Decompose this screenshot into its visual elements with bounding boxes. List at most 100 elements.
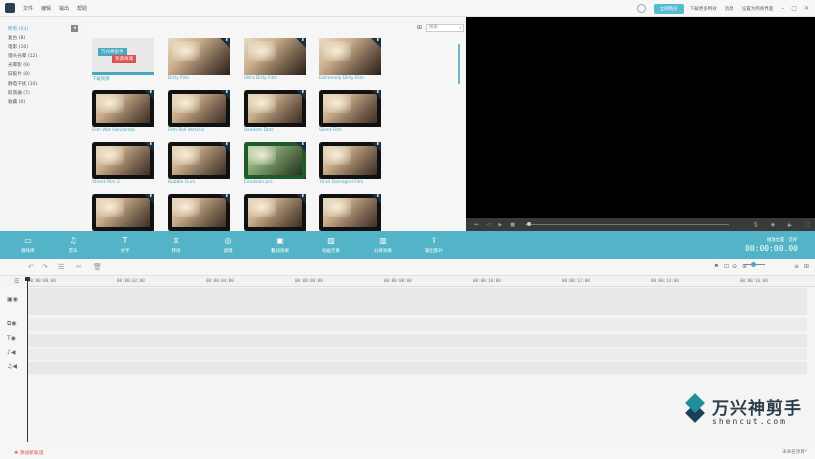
restore-icon[interactable]: ▢ xyxy=(791,5,797,12)
download-icon[interactable]: ⬇ xyxy=(301,142,305,147)
tool-overlay[interactable]: ▣ 叠加效果 xyxy=(265,236,295,254)
download-icon[interactable]: ⬇ xyxy=(149,194,153,199)
volume-icon[interactable]: 🔈 xyxy=(787,222,793,228)
search-icon[interactable]: ⌕ xyxy=(459,25,462,31)
zoom-in-icon[interactable]: ⊕ xyxy=(742,263,747,270)
adjust-icon[interactable]: ☰ xyxy=(58,263,64,271)
user-avatar-icon[interactable] xyxy=(636,4,646,13)
effect-tile[interactable]: ⬇ xyxy=(319,194,381,231)
download-icon[interactable]: ⬇ xyxy=(376,38,380,43)
download-icon[interactable]: ⬇ xyxy=(149,142,153,147)
fullscreen-icon[interactable]: ⛶ xyxy=(805,222,809,228)
effect-tile[interactable]: 万兴神剪手 资源商城 下载资源 xyxy=(92,38,154,82)
list-view-icon[interactable]: ≡ xyxy=(794,263,799,270)
tool-filter[interactable]: ◎ 滤镜 xyxy=(213,236,243,254)
effect-tile[interactable]: ⬇ Ultra Dirty Film xyxy=(244,38,306,81)
playhead[interactable] xyxy=(27,277,28,442)
text-track-lane[interactable] xyxy=(28,334,807,347)
redo-icon[interactable]: ↷ xyxy=(42,263,48,271)
pip-track-lane[interactable] xyxy=(28,318,807,331)
timeline-ruler[interactable]: 00:00:00:00 00:00:02:00 00:00:04:00 00:0… xyxy=(28,276,815,287)
tool-transition[interactable]: ⧖ 转场 xyxy=(161,236,191,254)
text-track-icon[interactable]: T◉ xyxy=(7,335,16,342)
track-settings-icon[interactable]: ☰ xyxy=(14,278,19,285)
step-back-icon[interactable]: ◁ xyxy=(487,222,491,228)
menu-edit[interactable]: 编辑 xyxy=(41,5,51,12)
effect-tile[interactable]: ⬇ xyxy=(92,194,154,231)
marker-icon[interactable]: ⚑ xyxy=(714,263,719,270)
effect-tile[interactable]: ⬇ Silent Film xyxy=(319,90,381,133)
effect-tile[interactable]: ⬇ Film Wet Horizontal xyxy=(92,90,154,133)
menu-file[interactable]: 文件 xyxy=(23,5,33,12)
playback-progress[interactable] xyxy=(524,222,729,226)
tool-export[interactable]: ⇪ 输出影片 xyxy=(419,236,449,254)
category-favorites[interactable]: 收藏 (0) xyxy=(0,98,82,107)
effect-tile[interactable]: ⬇ xyxy=(244,194,306,231)
category-viewfinder[interactable]: 取景器 (7) xyxy=(0,89,82,98)
play-icon[interactable]: ▶ xyxy=(498,222,502,228)
effect-tile[interactable]: ⬇ xyxy=(168,194,230,231)
effect-tile[interactable]: ⬇ Random Dots xyxy=(244,90,306,133)
effect-tile[interactable]: ⬇ Street Film 2 xyxy=(92,142,154,185)
delete-icon[interactable]: 🗑 xyxy=(93,263,102,271)
grid-view-icon[interactable]: ⊞ xyxy=(417,25,423,31)
tool-folder[interactable]: ▭ 媒体库 xyxy=(13,236,43,254)
download-icon[interactable]: ⬇ xyxy=(376,194,380,199)
microphone-icon[interactable]: 🎙 xyxy=(753,222,759,228)
zoom-knob[interactable] xyxy=(751,262,756,267)
tool-element[interactable]: ▨ 动画元素 xyxy=(316,236,346,254)
effect-tile[interactable]: ⬇ Extremely Dirty Film xyxy=(319,38,381,81)
add-track-button[interactable]: ✚ 添加新轨道 xyxy=(14,449,44,456)
category-lens-flare[interactable]: 镜头光晕 (12) xyxy=(0,52,82,61)
effect-tile[interactable]: ⬇ Emulsion pro xyxy=(244,142,306,185)
pip-track-icon[interactable]: ⧉◉ xyxy=(7,320,17,328)
video-track-lane[interactable] xyxy=(28,288,807,315)
download-icon[interactable]: ⬇ xyxy=(301,194,305,199)
rewind-icon[interactable]: ⏮ xyxy=(474,222,479,228)
download-icon[interactable]: ⬇ xyxy=(301,90,305,95)
effect-tile[interactable]: ⬇ Bubble Gum xyxy=(168,142,230,185)
download-icon[interactable]: ⬇ xyxy=(376,90,380,95)
track-grid-icon[interactable]: ⊞ xyxy=(804,263,809,270)
audio-track-icon[interactable]: ♪◀ xyxy=(7,349,15,356)
download-icon[interactable]: ⬇ xyxy=(225,142,229,147)
download-icon[interactable]: ⬇ xyxy=(376,142,380,147)
minimize-icon[interactable]: – xyxy=(781,5,784,12)
download-icon[interactable]: ⬇ xyxy=(225,194,229,199)
progress-knob[interactable] xyxy=(526,222,531,226)
collapse-sidebar-button[interactable]: ◂ xyxy=(71,25,78,32)
simple-mode-link[interactable]: 设置为简易界面 xyxy=(742,6,774,12)
music-track-lane[interactable] xyxy=(28,362,807,374)
audio-track-lane[interactable] xyxy=(28,348,807,360)
effect-tile[interactable]: ⬇ Film Roll Vertical xyxy=(168,90,230,133)
download-icon[interactable]: ⬇ xyxy=(225,90,229,95)
split-icon[interactable]: ✂ xyxy=(76,263,82,271)
effect-tile[interactable]: ⬇ Dirty Film xyxy=(168,38,230,81)
download-icon[interactable]: ⬇ xyxy=(225,38,229,43)
library-scrollbar[interactable] xyxy=(458,44,460,84)
tool-text[interactable]: T 文字 xyxy=(110,236,140,254)
music-track-icon[interactable]: ♫◀ xyxy=(7,363,17,370)
download-icon[interactable]: ⬇ xyxy=(301,38,305,43)
category-static[interactable]: 静电干扰 (10) xyxy=(0,80,82,89)
download-more-link[interactable]: 下载更多特效 xyxy=(690,6,717,12)
tool-music[interactable]: ♫ 音乐 xyxy=(58,236,88,254)
zoom-out-icon[interactable]: ⊖ xyxy=(732,263,737,270)
download-icon[interactable]: ⬇ xyxy=(149,90,153,95)
category-all[interactable]: 所有 (63) xyxy=(0,25,82,34)
snapshot-icon[interactable]: ◉ xyxy=(771,222,775,228)
menu-export[interactable]: 输出 xyxy=(59,5,69,12)
category-old-film[interactable]: 旧胶片 (8) xyxy=(0,70,82,79)
purchase-button[interactable]: 立即购买 xyxy=(653,3,684,14)
search-input[interactable]: 搜索 ⌕ xyxy=(426,24,464,32)
category-retro[interactable]: 复古 (8) xyxy=(0,34,82,43)
tool-splitscreen[interactable]: ▥ 分屏效果 xyxy=(368,236,398,254)
video-track-icon[interactable]: ▣◉ xyxy=(7,296,18,303)
effect-tile[interactable]: ⬇ Third Damaged Film xyxy=(319,142,381,185)
menu-help[interactable]: 帮助 xyxy=(77,5,87,12)
category-light-leak[interactable]: 光晕影 (9) xyxy=(0,61,82,70)
undo-icon[interactable]: ↶ xyxy=(28,263,34,271)
close-icon[interactable]: ✕ xyxy=(804,5,809,12)
category-movie[interactable]: 电影 (10) xyxy=(0,43,82,52)
stop-icon[interactable]: ■ xyxy=(510,222,515,228)
